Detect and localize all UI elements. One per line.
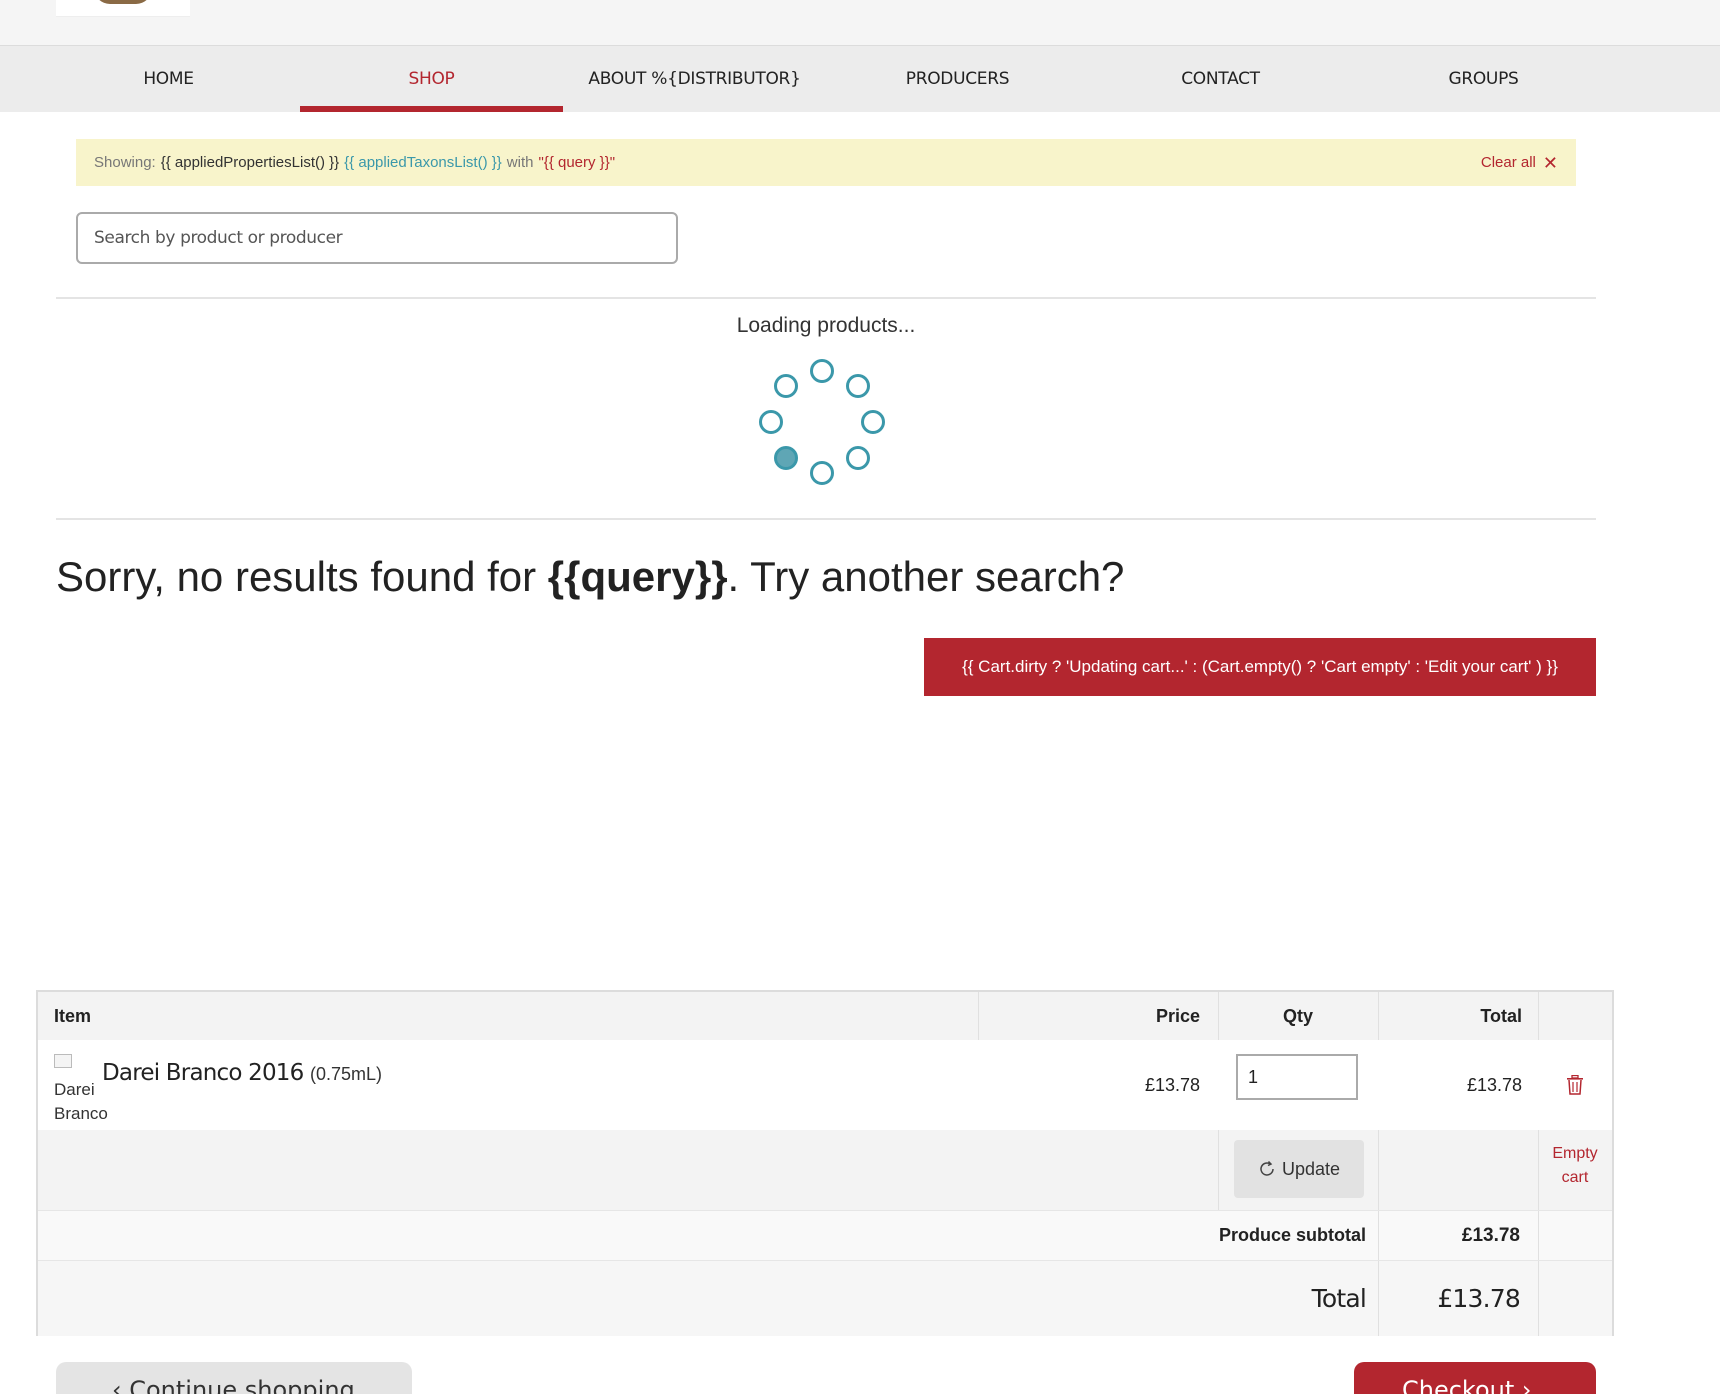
edit-cart-label: {{ Cart.dirty ? 'Updating cart...' : (Ca… [962, 657, 1558, 676]
filter-properties: {{ appliedPropertiesList() }} [160, 154, 340, 171]
edit-cart-button[interactable]: {{ Cart.dirty ? 'Updating cart...' : (Ca… [924, 638, 1596, 696]
nav-item-shop[interactable]: SHOP [300, 46, 563, 112]
search-input[interactable] [76, 212, 678, 264]
loading-spinner-icon [752, 357, 892, 497]
divider [56, 518, 1596, 520]
continue-shopping-button[interactable]: ‹ Continue shopping [56, 1362, 412, 1394]
top-header [0, 0, 1720, 46]
divider [56, 297, 1596, 299]
no-results-message: Sorry, no results found for {{query}}. T… [56, 553, 1124, 601]
spinner-dot-active [774, 446, 798, 470]
item-total: £13.78 [1466, 1074, 1522, 1095]
spinner-dot [810, 359, 834, 383]
header-qty: Qty [1282, 1005, 1313, 1026]
column-divider [1378, 1261, 1379, 1336]
produce-subtotal-row: Produce subtotal £13.78 [38, 1210, 1612, 1260]
column-divider [1538, 1211, 1539, 1260]
nav-item-about[interactable]: ABOUT %{DISTRIBUTOR} [563, 46, 826, 112]
nav-item-producers[interactable]: PRODUCERS [826, 46, 1089, 112]
close-icon: ✕ [1542, 152, 1558, 173]
no-results-prefix: Sorry, no results found for [56, 553, 548, 600]
quantity-input[interactable] [1236, 1054, 1358, 1100]
column-divider [1378, 1211, 1379, 1260]
checkout-label: Checkout [1402, 1376, 1515, 1394]
no-results-suffix: . Try another search? [727, 553, 1125, 600]
column-divider [1378, 1130, 1379, 1210]
nav-item-contact[interactable]: CONTACT [1089, 46, 1352, 112]
cart-table: Item Price Qty Total Darei Branco Darei … [36, 990, 1614, 1336]
spinner-dot [846, 374, 870, 398]
logo-mark [94, 0, 152, 4]
cart-header-row: Item Price Qty Total [38, 992, 1612, 1040]
update-label: Update [1281, 1158, 1341, 1179]
product-unit: (0.75mL) [310, 1064, 383, 1084]
cart-total-row: Total £13.78 [38, 1260, 1612, 1336]
column-divider [1538, 1261, 1539, 1336]
nav-item-home[interactable]: HOME [37, 46, 300, 112]
filter-showing-label: Showing: [94, 154, 156, 171]
column-divider [1538, 992, 1539, 1040]
nav-item-label: SHOP [408, 69, 455, 89]
header-item: Item [54, 1005, 92, 1026]
trash-icon[interactable] [1566, 1075, 1584, 1095]
filter-taxons: {{ appliedTaxonsList() }} [344, 154, 502, 171]
item-price: £13.78 [1144, 1074, 1200, 1095]
nav-item-label: GROUPS [1448, 69, 1519, 89]
total-label: Total [1311, 1284, 1367, 1313]
spinner-dot [846, 446, 870, 470]
site-logo[interactable] [56, 0, 190, 17]
cart-item-row: Darei Branco Darei Branco 2016 (0.75mL) … [38, 1040, 1612, 1130]
spinner-dot [774, 374, 798, 398]
chevron-left-icon: ‹ [112, 1376, 130, 1394]
produce-subtotal-label: Produce subtotal [1218, 1225, 1366, 1245]
spinner-dot [759, 410, 783, 434]
applied-filters-bar: Showing: {{ appliedPropertiesList() }} {… [76, 139, 1576, 186]
nav-item-label: CONTACT [1181, 69, 1260, 89]
main-nav: HOME SHOP ABOUT %{DISTRIBUTOR} PRODUCERS… [0, 46, 1720, 112]
clear-all-button[interactable]: Clear all ✕ [1481, 154, 1558, 172]
product-name[interactable]: Darei Branco 2016 (0.75mL) [102, 1060, 382, 1086]
chevron-right-icon: › [1514, 1376, 1532, 1394]
produce-subtotal-value: £13.78 [1461, 1224, 1520, 1246]
spinner-dot [861, 410, 885, 434]
nav-item-label: ABOUT %{DISTRIBUTOR} [588, 69, 801, 89]
cart-actions-row: Update Empty cart [38, 1130, 1612, 1210]
loading-text: Loading products... [736, 314, 916, 337]
column-divider [1218, 1130, 1219, 1210]
filter-with-label: with [506, 154, 534, 171]
continue-shopping-label: Continue shopping [129, 1376, 355, 1394]
nav-item-label: PRODUCERS [905, 69, 1010, 89]
nav-item-groups[interactable]: GROUPS [1352, 46, 1615, 112]
empty-cart-button[interactable]: Empty cart [1538, 1142, 1612, 1190]
header-price: Price [1155, 1005, 1200, 1026]
product-image-alt: Darei Branco [54, 1080, 108, 1123]
clear-all-label: Clear all [1480, 154, 1536, 171]
filter-query: "{{ query }}" [538, 154, 616, 171]
product-name-text: Darei Branco 2016 [102, 1060, 304, 1086]
broken-image-icon [54, 1054, 72, 1068]
no-results-query: {{query}} [547, 553, 728, 600]
header-total: Total [1480, 1005, 1522, 1026]
checkout-button[interactable]: Checkout › [1354, 1362, 1596, 1394]
total-value: £13.78 [1437, 1284, 1520, 1313]
refresh-icon [1260, 1160, 1274, 1176]
update-cart-button[interactable]: Update [1234, 1140, 1364, 1198]
nav-item-label: HOME [143, 69, 194, 89]
spinner-dot [810, 461, 834, 485]
